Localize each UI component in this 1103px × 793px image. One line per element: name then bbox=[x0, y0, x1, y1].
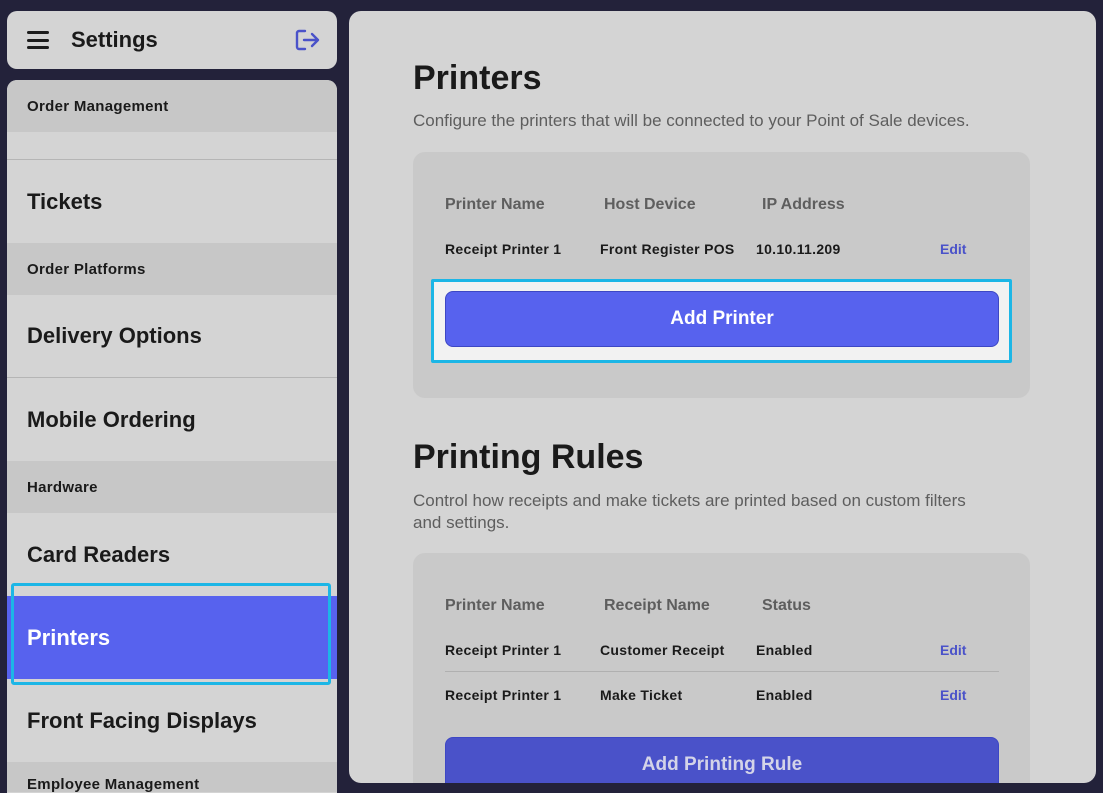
edit-rule-link[interactable]: Edit bbox=[940, 642, 966, 658]
ip-address-cell: 10.10.11.209 bbox=[756, 241, 841, 257]
section-header-employee-management: Employee Management bbox=[7, 762, 337, 792]
section-header-order-management: Order Management bbox=[7, 80, 337, 132]
column-header-ip-address: IP Address bbox=[762, 196, 845, 213]
rule-receipt-name-cell: Make Ticket bbox=[600, 687, 683, 703]
add-printing-rule-button[interactable]: Add Printing Rule bbox=[445, 737, 999, 783]
row-divider bbox=[445, 671, 999, 672]
column-header-status: Status bbox=[762, 597, 811, 614]
printers-title: Printers bbox=[413, 59, 542, 97]
host-device-cell: Front Register POS bbox=[600, 241, 735, 257]
add-printer-button[interactable]: Add Printer bbox=[445, 291, 999, 347]
sidebar-header: Settings bbox=[7, 11, 337, 69]
column-header-host-device: Host Device bbox=[604, 196, 696, 213]
printing-rules-description-line1: Control how receipts and make tickets ar… bbox=[413, 491, 966, 510]
column-header-printer-name: Printer Name bbox=[445, 196, 545, 213]
sidebar-item-delivery-options[interactable]: Delivery Options bbox=[7, 295, 337, 378]
edit-rule-link[interactable]: Edit bbox=[940, 687, 966, 703]
rule-status-cell: Enabled bbox=[756, 642, 813, 658]
rule-status-cell: Enabled bbox=[756, 687, 813, 703]
printers-card: Printer Name Host Device IP Address Rece… bbox=[413, 152, 1030, 398]
column-header-printer-name: Printer Name bbox=[445, 597, 545, 614]
sidebar-title: Settings bbox=[71, 27, 158, 52]
section-spacer bbox=[7, 132, 337, 160]
printer-name-cell: Receipt Printer 1 bbox=[445, 241, 562, 257]
sidebar-item-tickets[interactable]: Tickets bbox=[7, 160, 337, 243]
logout-icon[interactable] bbox=[295, 28, 321, 52]
section-header-order-platforms: Order Platforms bbox=[7, 243, 337, 295]
sidebar-item-card-readers[interactable]: Card Readers bbox=[7, 513, 337, 596]
main-panel: Printers Configure the printers that wil… bbox=[349, 11, 1096, 783]
rule-receipt-name-cell: Customer Receipt bbox=[600, 642, 725, 658]
printing-rules-title: Printing Rules bbox=[413, 438, 644, 476]
edit-printer-link[interactable]: Edit bbox=[940, 241, 966, 257]
sidebar-menu: Order Management Tickets Order Platforms… bbox=[7, 80, 337, 793]
sidebar-item-front-facing-displays[interactable]: Front Facing Displays bbox=[7, 679, 337, 762]
column-header-receipt-name: Receipt Name bbox=[604, 597, 710, 614]
sidebar-item-printers[interactable]: Printers bbox=[7, 596, 337, 679]
menu-icon[interactable] bbox=[27, 31, 49, 49]
printing-rules-description-line2: and settings. bbox=[413, 513, 510, 532]
rule-printer-name-cell: Receipt Printer 1 bbox=[445, 642, 562, 658]
printing-rules-card: Printer Name Receipt Name Status Receipt… bbox=[413, 553, 1030, 783]
section-header-hardware: Hardware bbox=[7, 461, 337, 513]
rule-printer-name-cell: Receipt Printer 1 bbox=[445, 687, 562, 703]
printers-description: Configure the printers that will be conn… bbox=[413, 111, 970, 130]
sidebar-item-mobile-ordering[interactable]: Mobile Ordering bbox=[7, 378, 337, 461]
